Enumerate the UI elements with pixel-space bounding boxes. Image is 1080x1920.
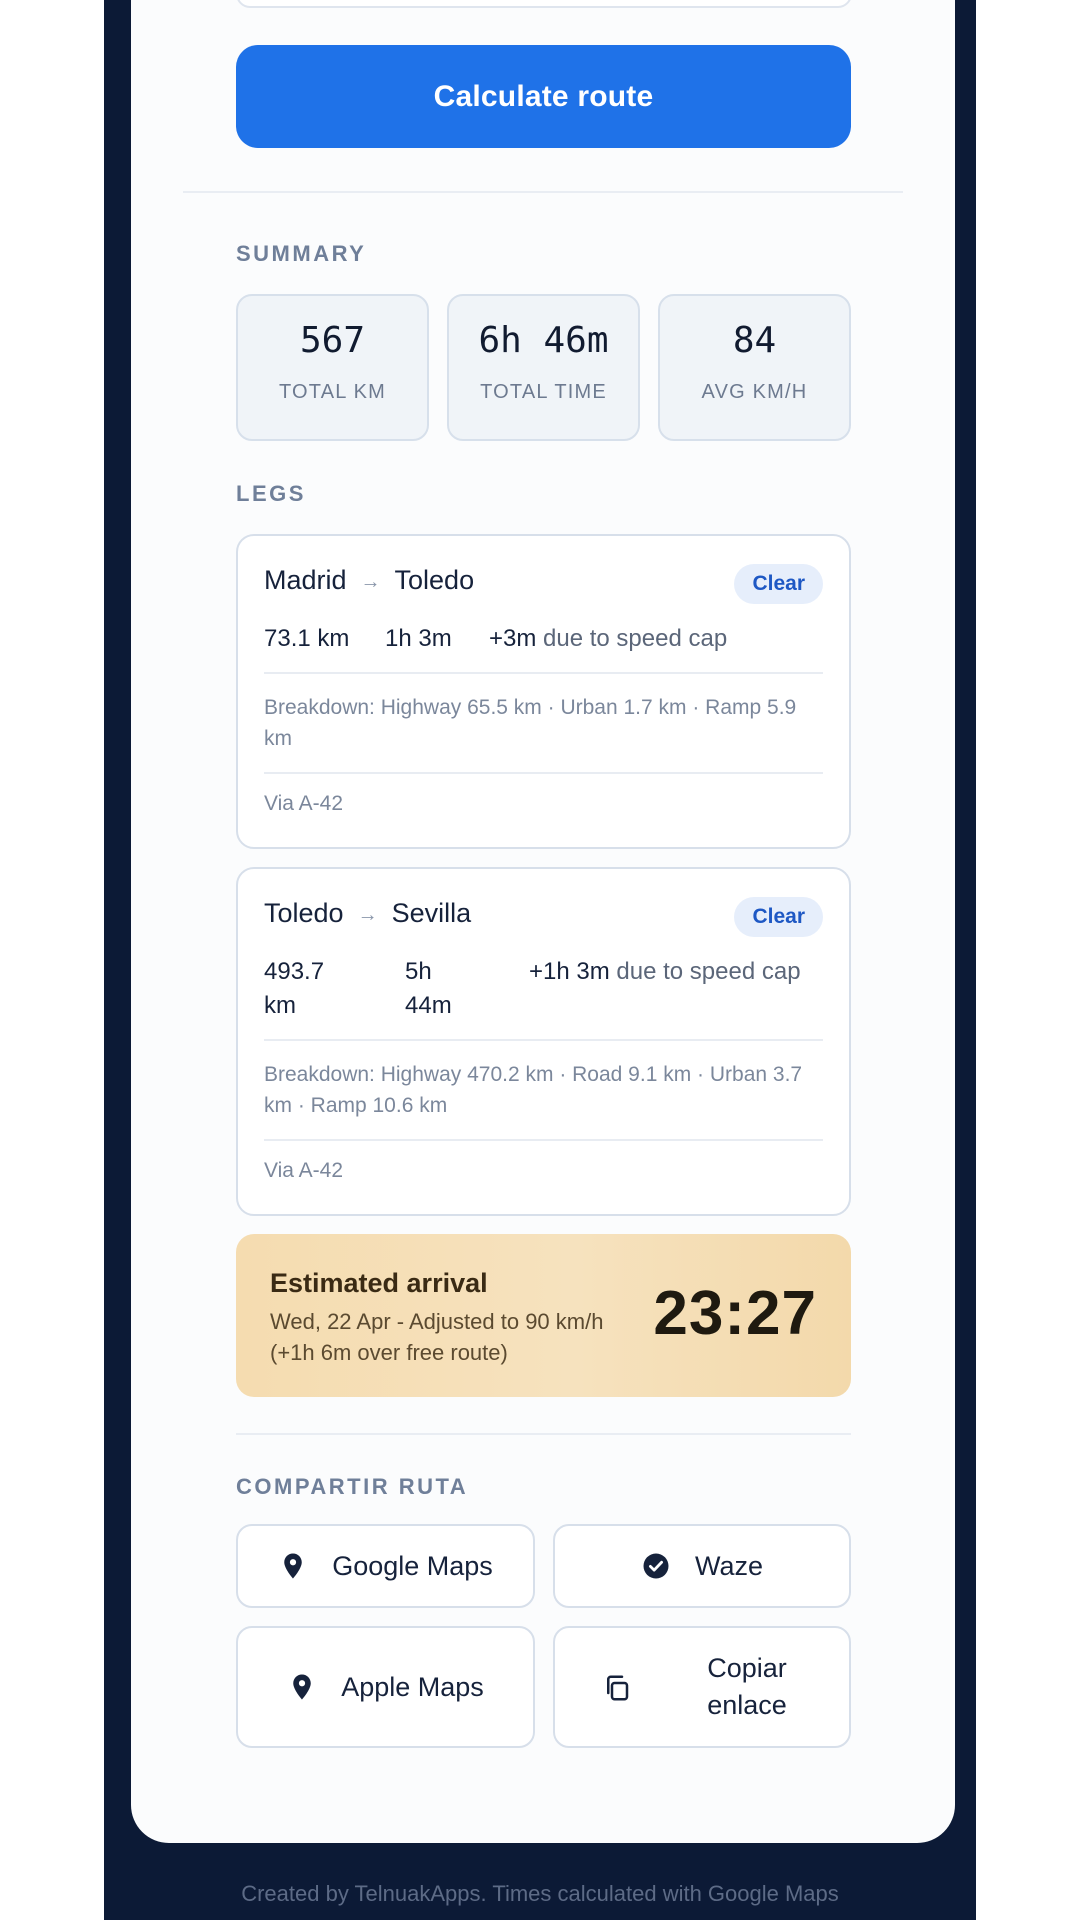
arrival-time: 23:27 [653, 1279, 817, 1348]
leg-card: Toledo → Sevilla Clear 493.7 km 5h 44m +… [236, 867, 851, 1216]
leg-via: Via A-42 [264, 1159, 344, 1182]
share-label: COMPARTIR RUTA [236, 1474, 469, 1499]
footer-credit: Created by TelnuakApps. Times calculated… [241, 1881, 839, 1906]
stat-value: 84 [732, 320, 777, 361]
share-button-label: Waze [694, 1550, 763, 1581]
estimated-arrival-panel: Estimated arrival Wed, 22 Apr - Adjusted… [236, 1234, 851, 1397]
previous-input-field[interactable] [236, 0, 852, 8]
share-button-label: Apple Maps [341, 1671, 484, 1702]
stat-label: TOTAL KM [278, 381, 387, 403]
arrow-right-icon: → [360, 571, 381, 593]
leg-distance: 493.7 km [264, 958, 325, 1019]
leg-breakdown: Breakdown: Highway 470.2 km · Road 9.1 k… [264, 1063, 803, 1117]
leg-divider [264, 1139, 823, 1141]
leg-delay: +1h 3m due to speed cap [529, 955, 819, 989]
clear-leg-button[interactable]: Clear [734, 564, 823, 604]
arrow-right-icon: → [357, 904, 378, 926]
share-button-label: Copiar enlace [707, 1653, 787, 1720]
leg-origin: Toledo [264, 898, 344, 928]
leg-destination: Toledo [394, 565, 475, 595]
leg-duration: 1h 3m [385, 625, 452, 652]
copy-link-button[interactable]: Copiar enlace [553, 1626, 851, 1748]
leg-delay: +3m due to speed cap [489, 622, 727, 656]
stat-label: TOTAL TIME [480, 381, 607, 403]
leg-divider [264, 772, 823, 774]
map-pin-icon [287, 1672, 317, 1702]
leg-distance: 73.1 km [264, 625, 350, 652]
map-pin-icon [278, 1551, 308, 1581]
leg-card: Madrid → Toledo Clear 73.1 km 1h 3m +3m … [236, 534, 851, 849]
leg-route-title: Madrid → Toledo [264, 565, 474, 596]
leg-duration: 5h 44m [405, 958, 452, 1019]
check-circle-icon [641, 1551, 671, 1581]
copy-icon [602, 1672, 632, 1702]
clear-leg-button[interactable]: Clear [734, 897, 823, 937]
leg-route-title: Toledo → Sevilla [264, 898, 471, 929]
stat-avg-speed: 84 AVG KM/H [658, 294, 851, 441]
stat-total-km: 567 TOTAL KM [236, 294, 429, 441]
leg-delay-suffix: due to speed cap [616, 958, 801, 985]
leg-divider [264, 672, 823, 674]
leg-breakdown: Breakdown: Highway 65.5 km · Urban 1.7 k… [264, 696, 797, 750]
section-divider [183, 191, 903, 193]
arrival-title: Estimated arrival [270, 1268, 488, 1298]
stat-label: AVG KM/H [701, 381, 808, 403]
share-google-maps-button[interactable]: Google Maps [236, 1524, 535, 1608]
calculate-route-button[interactable]: Calculate route [236, 45, 851, 148]
section-divider [236, 1433, 851, 1435]
leg-divider [264, 1039, 823, 1041]
share-button-label: Google Maps [332, 1550, 493, 1581]
stat-total-time: 6h 46m TOTAL TIME [447, 294, 640, 441]
summary-label: SUMMARY [236, 241, 367, 266]
leg-delay-value: +3m [489, 625, 537, 652]
leg-via: Via A-42 [264, 792, 344, 815]
arrival-subtitle: Wed, 22 Apr - Adjusted to 90 km/h (+1h 6… [270, 1309, 604, 1365]
leg-origin: Madrid [264, 565, 347, 595]
leg-destination: Sevilla [391, 898, 472, 928]
leg-delay-value: +1h 3m [529, 958, 610, 985]
stat-value: 6h 46m [478, 320, 609, 361]
share-waze-button[interactable]: Waze [553, 1524, 851, 1608]
leg-delay-suffix: due to speed cap [543, 625, 728, 652]
share-apple-maps-button[interactable]: Apple Maps [236, 1626, 535, 1748]
stat-value: 567 [299, 320, 366, 361]
legs-label: LEGS [236, 481, 306, 506]
